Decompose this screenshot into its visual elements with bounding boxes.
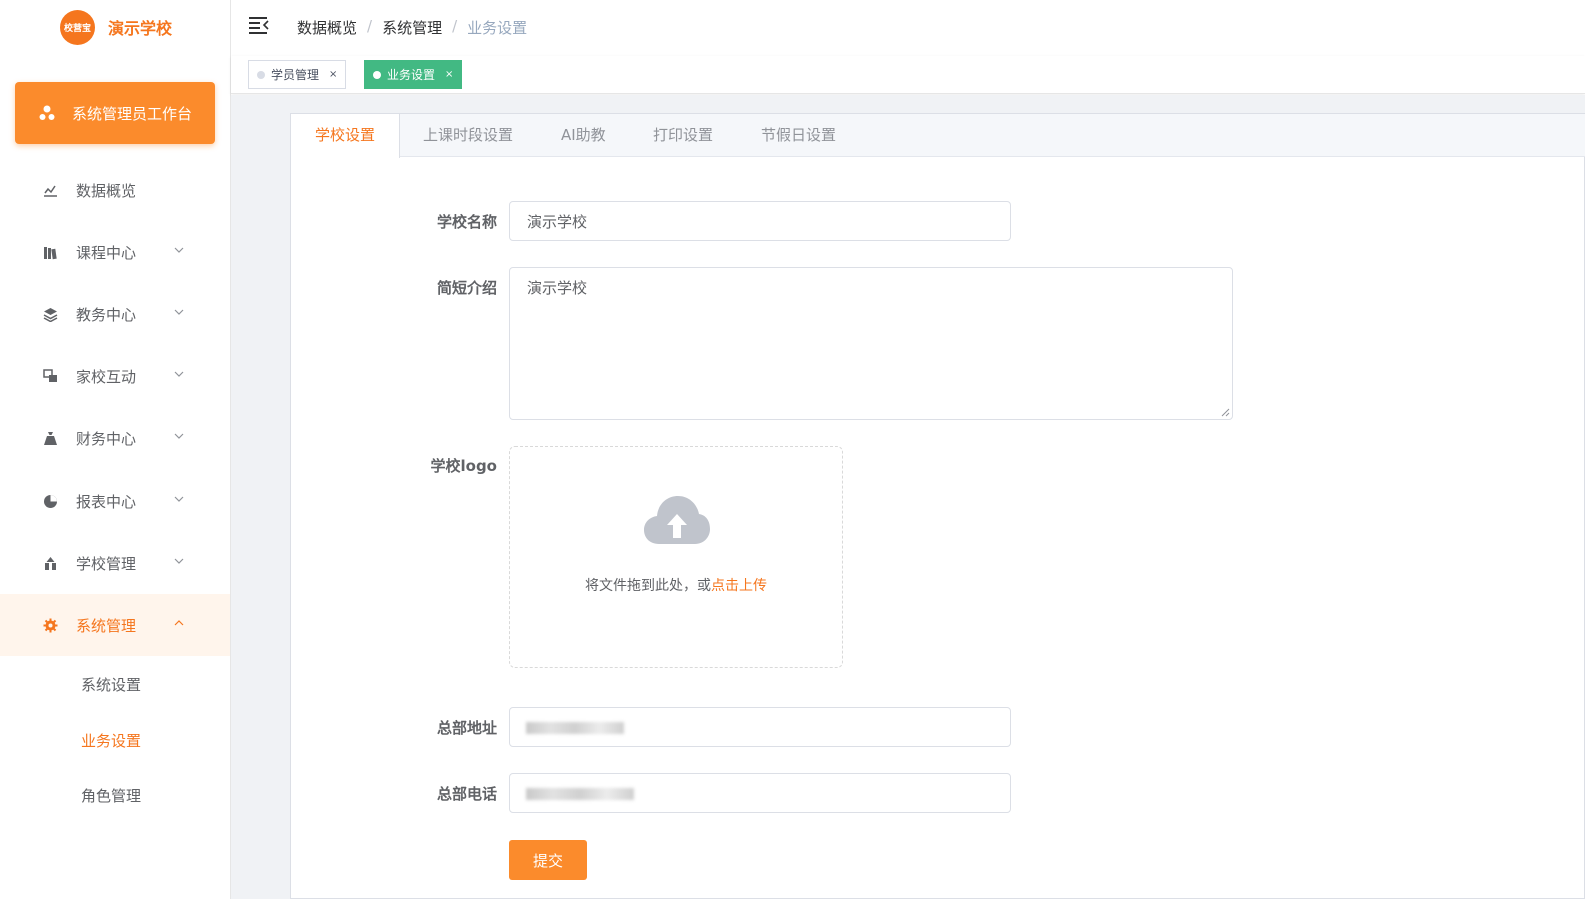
school-name-input[interactable]: 演示学校 — [509, 201, 1011, 241]
sidebar-item-label: 系统管理 — [76, 616, 137, 635]
sidebar-item-academic[interactable]: 教务中心 — [0, 283, 230, 345]
address-input[interactable] — [509, 707, 1011, 747]
tab-holiday-settings[interactable]: 节假日设置 — [761, 114, 836, 157]
chevron-down-icon — [174, 247, 184, 253]
pie-chart-icon — [43, 494, 58, 509]
address-label: 总部地址 — [436, 719, 497, 737]
logo: 校营宝 — [60, 9, 95, 45]
close-icon[interactable]: × — [445, 69, 453, 80]
chart-line-icon — [43, 183, 58, 198]
layers-icon — [43, 307, 58, 322]
sidebar-subitem-business-settings[interactable]: 业务设置 — [81, 730, 141, 751]
sidebar-item-label: 数据概览 — [76, 181, 137, 200]
intro-value: 演示学校 — [527, 279, 588, 297]
breadcrumb-separator: / — [367, 17, 373, 35]
tag-label: 业务设置 — [387, 68, 436, 82]
upload-link[interactable]: 点击上传 — [711, 578, 767, 594]
breadcrumb-current: 业务设置 — [467, 19, 528, 37]
tabs-header: 学校设置 上课时段设置 AI助教 打印设置 节假日设置 — [291, 114, 1585, 158]
resize-handle-icon[interactable] — [1220, 407, 1230, 417]
redacted-phone — [526, 788, 634, 800]
tab-class-periods[interactable]: 上课时段设置 — [423, 114, 513, 157]
close-icon[interactable]: × — [329, 69, 337, 80]
breadcrumb-separator: / — [452, 17, 458, 35]
workbench-label: 系统管理员工作台 — [72, 104, 193, 123]
sidebar-item-school-management[interactable]: 学校管理 — [0, 532, 230, 594]
redacted-address — [526, 722, 624, 734]
sidebar-subitem-system-settings[interactable]: 系统设置 — [81, 674, 141, 695]
sidebar-item-label: 报表中心 — [76, 492, 137, 511]
breadcrumb: 数据概览 / 系统管理 / 业务设置 — [297, 17, 527, 38]
sidebar-item-finance[interactable]: 财务中心 — [0, 407, 230, 469]
gear-icon — [43, 618, 58, 633]
tag-label: 学员管理 — [271, 68, 320, 82]
phone-label: 总部电话 — [436, 785, 497, 803]
building-icon — [43, 556, 58, 571]
tag-dot — [257, 70, 265, 79]
sidebar-item-home-school[interactable]: 家校互动 — [0, 345, 230, 407]
breadcrumb-item[interactable]: 系统管理 — [382, 17, 442, 38]
sidebar: 校营宝 演示学校 系统管理员工作台 数据概览 课程中心 教务中心 家校互动 财务… — [0, 0, 231, 899]
school-name-label: 学校名称 — [436, 213, 497, 231]
tag-dot — [373, 70, 381, 79]
menu-fold-icon[interactable] — [249, 16, 269, 34]
chevron-down-icon — [174, 433, 184, 439]
topbar: 数据概览 / 系统管理 / 业务设置 — [231, 0, 1585, 55]
tab-print-settings[interactable]: 打印设置 — [653, 114, 713, 157]
chevron-down-icon — [174, 309, 184, 315]
sidebar-item-reports[interactable]: 报表中心 — [0, 470, 230, 532]
chevron-down-icon — [174, 558, 184, 564]
upload-hint: 将文件拖到此处，或点击上传 — [510, 575, 842, 595]
sidebar-item-label: 财务中心 — [76, 429, 137, 448]
intro-label: 简短介绍 — [436, 279, 497, 297]
workbench-button[interactable]: 系统管理员工作台 — [15, 82, 215, 144]
sidebar-item-label: 家校互动 — [76, 367, 137, 386]
tag-business-settings[interactable]: 业务设置 × — [364, 60, 463, 89]
submit-button[interactable]: 提交 — [509, 840, 587, 880]
tab-ai-assistant[interactable]: AI助教 — [561, 114, 606, 157]
chat-icon — [43, 368, 58, 384]
chevron-down-icon — [174, 496, 184, 502]
brand: 校营宝 演示学校 — [60, 9, 173, 45]
upload-hint-text: 将文件拖到此处，或 — [585, 578, 711, 594]
phone-input[interactable] — [509, 773, 1011, 813]
settings-card: 学校设置 上课时段设置 AI助教 打印设置 节假日设置 学校名称 演示学校 简短… — [290, 113, 1585, 899]
intro-textarea[interactable]: 演示学校 — [509, 267, 1233, 420]
school-name: 演示学校 — [108, 19, 173, 38]
sidebar-item-overview[interactable]: 数据概览 — [0, 159, 230, 221]
breadcrumb-item[interactable]: 数据概览 — [297, 17, 357, 38]
logo-upload-dropzone[interactable]: 将文件拖到此处，或点击上传 — [509, 446, 843, 668]
sidebar-item-courses[interactable]: 课程中心 — [0, 221, 230, 283]
sidebar-subitem-role-management[interactable]: 角色管理 — [81, 785, 141, 806]
tab-school-settings[interactable]: 学校设置 — [291, 114, 400, 158]
sidebar-item-label: 教务中心 — [76, 305, 137, 324]
sidebar-item-label: 课程中心 — [76, 243, 137, 262]
money-bag-icon — [43, 431, 58, 446]
chevron-up-icon — [174, 620, 184, 626]
sidebar-item-system-management[interactable]: 系统管理 — [0, 594, 230, 656]
user-group-icon — [39, 105, 55, 120]
sidebar-item-label: 学校管理 — [76, 554, 137, 573]
tags-view: 学员管理 × 业务设置 × — [231, 56, 1585, 94]
logo-label: 学校logo — [430, 457, 498, 475]
chevron-down-icon — [174, 371, 184, 377]
books-icon — [43, 245, 58, 260]
cloud-upload-icon — [644, 496, 710, 544]
tag-student-management[interactable]: 学员管理 × — [248, 60, 347, 89]
